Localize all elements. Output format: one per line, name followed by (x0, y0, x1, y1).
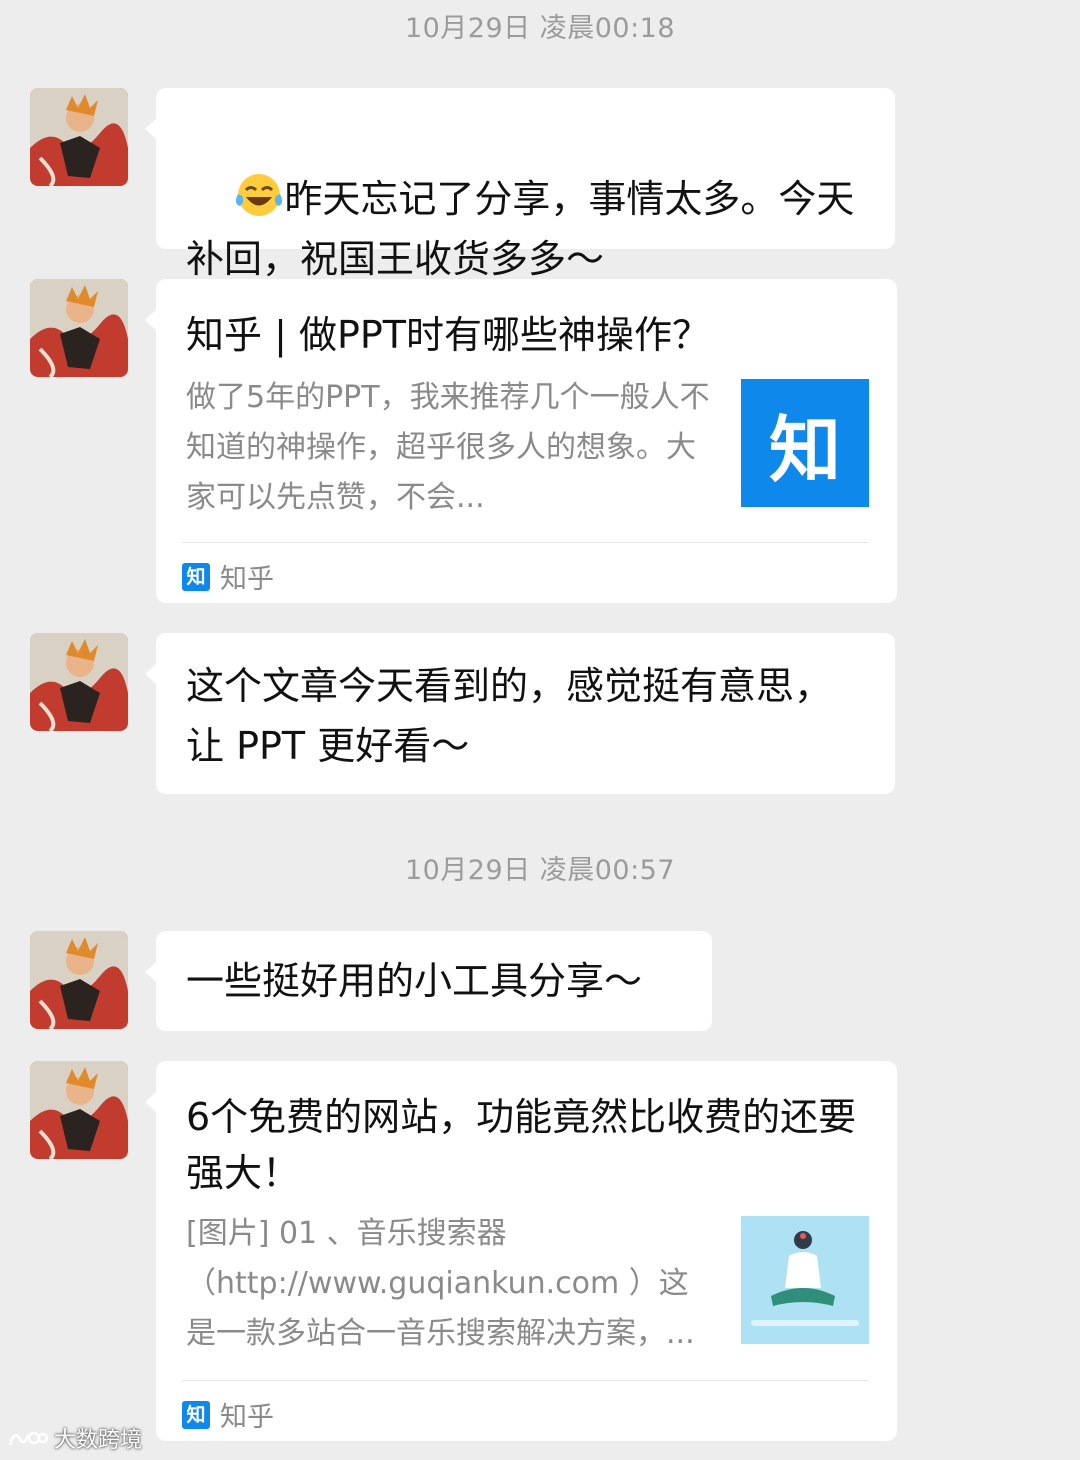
avatar-image (30, 88, 128, 186)
avatar[interactable] (30, 931, 128, 1029)
avatar-image (30, 931, 128, 1029)
watermark-logo-icon (8, 1431, 48, 1446)
link-card-2[interactable]: 6个免费的网站，功能竟然比收费的还要强大！ [图片] 01 、音乐搜索器（htt… (145, 1061, 897, 1441)
card-source: 知 知乎 (182, 1395, 274, 1434)
link-card-1[interactable]: 知乎 | 做PPT时有哪些神操作？ 做了5年的PPT，我来推荐几个一般人不知道的… (145, 279, 897, 603)
watermark: 大数跨境 (8, 1422, 142, 1454)
avatar[interactable] (30, 1061, 128, 1159)
card-source-label: 知乎 (220, 1402, 274, 1433)
card-divider (182, 1380, 869, 1381)
card-description: [图片] 01 、音乐搜索器（http://www.guqiankun.com … (186, 1216, 695, 1351)
card-source-label: 知乎 (220, 564, 274, 595)
card-source: 知 知乎 (182, 557, 274, 596)
watermark-text: 大数跨境 (54, 1428, 143, 1453)
meditation-thumbnail (741, 1216, 869, 1344)
avatar-image (30, 633, 128, 731)
card-description: 做了5年的PPT，我来推荐几个一般人不知道的神操作，超乎很多人的想象。大家可以先… (186, 380, 710, 515)
meditation-figure-icon (741, 1216, 869, 1344)
avatar-image (30, 1061, 128, 1159)
zhihu-logo-text: 知 (768, 407, 841, 492)
card-title: 知乎 | 做PPT时有哪些神操作？ (186, 313, 711, 357)
message-text-1: 昨天忘记了分享，事情太多。今天补回，祝国王收货多多～ (186, 177, 855, 281)
timestamp-2: 10月29日 凌晨00:57 (404, 855, 676, 886)
message-bubble-1[interactable]: 昨天忘记了分享，事情太多。今天补回，祝国王收货多多～ (145, 88, 895, 281)
avatar[interactable] (30, 88, 128, 186)
card-divider (182, 542, 869, 543)
avatar[interactable] (30, 279, 128, 377)
avatar-image (30, 279, 128, 377)
tears-of-joy-emoji (236, 174, 283, 216)
message-text-3: 这个文章今天看到的，感觉挺有意思，让 PPT 更好看～ (186, 664, 833, 768)
avatar[interactable] (30, 633, 128, 731)
card-title: 6个免费的网站，功能竟然比收费的还要强大！ (186, 1095, 857, 1195)
message-text-4: 一些挺好用的小工具分享～ (186, 959, 643, 1003)
message-bubble-3[interactable]: 这个文章今天看到的，感觉挺有意思，让 PPT 更好看～ (145, 633, 895, 794)
zhihu-icon: 知 (182, 562, 210, 591)
message-bubble-4[interactable]: 一些挺好用的小工具分享～ (145, 931, 712, 1031)
zhihu-logo-thumbnail: 知 (741, 379, 869, 507)
zhihu-icon: 知 (182, 1400, 210, 1429)
timestamp-1: 10月29日 凌晨00:18 (404, 13, 676, 44)
